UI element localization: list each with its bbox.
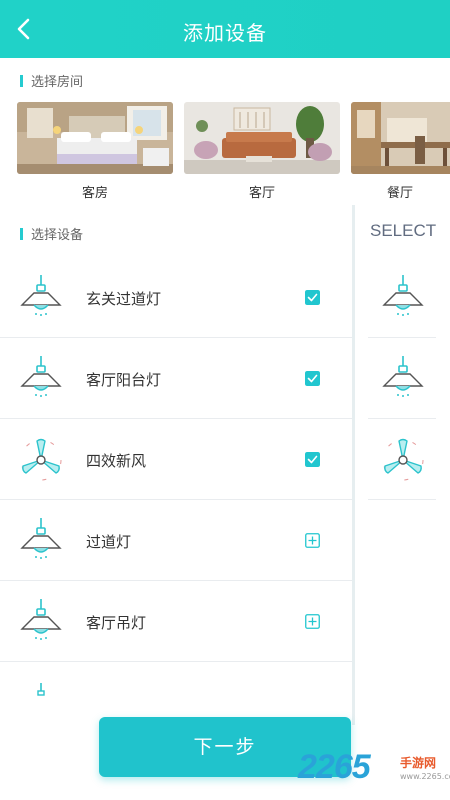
room-label: 客房 (81, 186, 108, 201)
watermark-text: 手游网 (400, 756, 437, 770)
ceiling-lamp-icon (20, 518, 62, 559)
panel-divider (352, 205, 355, 725)
add-device-icon[interactable] (305, 614, 320, 629)
ceiling-lamp-icon (37, 683, 45, 696)
app-header: 添加设备 (0, 0, 450, 58)
checkbox-checked-icon[interactable] (305, 371, 320, 386)
device-name: 客厅阳台灯 (86, 371, 162, 389)
checkbox-checked-icon[interactable] (305, 290, 320, 305)
section-marker (20, 75, 23, 87)
device-name: 四效新风 (86, 452, 147, 470)
room-section-text: 选择房间 (31, 75, 84, 90)
device-row[interactable]: 客厅吊灯 (0, 581, 352, 662)
device-name: 过道灯 (86, 533, 132, 551)
device-section-label: 选择设备 (20, 224, 83, 243)
fan-icon (382, 438, 424, 481)
ceiling-lamp-icon (20, 599, 62, 640)
watermark-url: www.2265.com (400, 772, 450, 781)
device-row[interactable]: 四效新风 (0, 419, 352, 500)
selected-device-item[interactable] (368, 419, 436, 500)
ceiling-lamp-icon (382, 356, 424, 397)
room-card-living[interactable]: 客厅 (184, 102, 340, 202)
room-photo (184, 102, 340, 174)
section-marker (20, 228, 23, 240)
room-label: 客厅 (248, 186, 275, 201)
page-title: 添加设备 (183, 21, 267, 45)
room-section-label: 选择房间 (20, 71, 83, 90)
device-row[interactable]: 过道灯 (0, 500, 352, 581)
site-watermark: 2265 手游网 www.2265.com (298, 748, 450, 794)
room-photo (17, 102, 173, 174)
room-card-guest[interactable]: 客房 (17, 102, 173, 201)
device-row[interactable]: 玄关过道灯 (0, 257, 352, 338)
ceiling-lamp-icon (20, 275, 62, 316)
device-name: 玄关过道灯 (86, 290, 162, 308)
checkbox-checked-icon[interactable] (305, 452, 320, 467)
select-panel-title: SELECT (370, 221, 437, 240)
device-section-text: 选择设备 (31, 228, 84, 243)
device-row[interactable]: 客厅阳台灯 (0, 338, 352, 419)
ceiling-lamp-icon (20, 356, 62, 397)
selected-device-item[interactable] (368, 338, 436, 419)
room-card-dining[interactable]: 餐厅 (351, 102, 450, 201)
room-label: 餐厅 (386, 186, 413, 201)
room-photo (351, 102, 450, 174)
selected-device-item[interactable] (368, 257, 436, 338)
room-carousel[interactable]: 客房 客厅 餐厅 (0, 102, 450, 202)
add-device-icon[interactable] (305, 533, 320, 548)
ceiling-lamp-icon (382, 275, 424, 316)
device-name: 客厅吊灯 (86, 614, 147, 632)
fan-icon (20, 438, 62, 481)
watermark-number: 2265 (298, 748, 371, 786)
